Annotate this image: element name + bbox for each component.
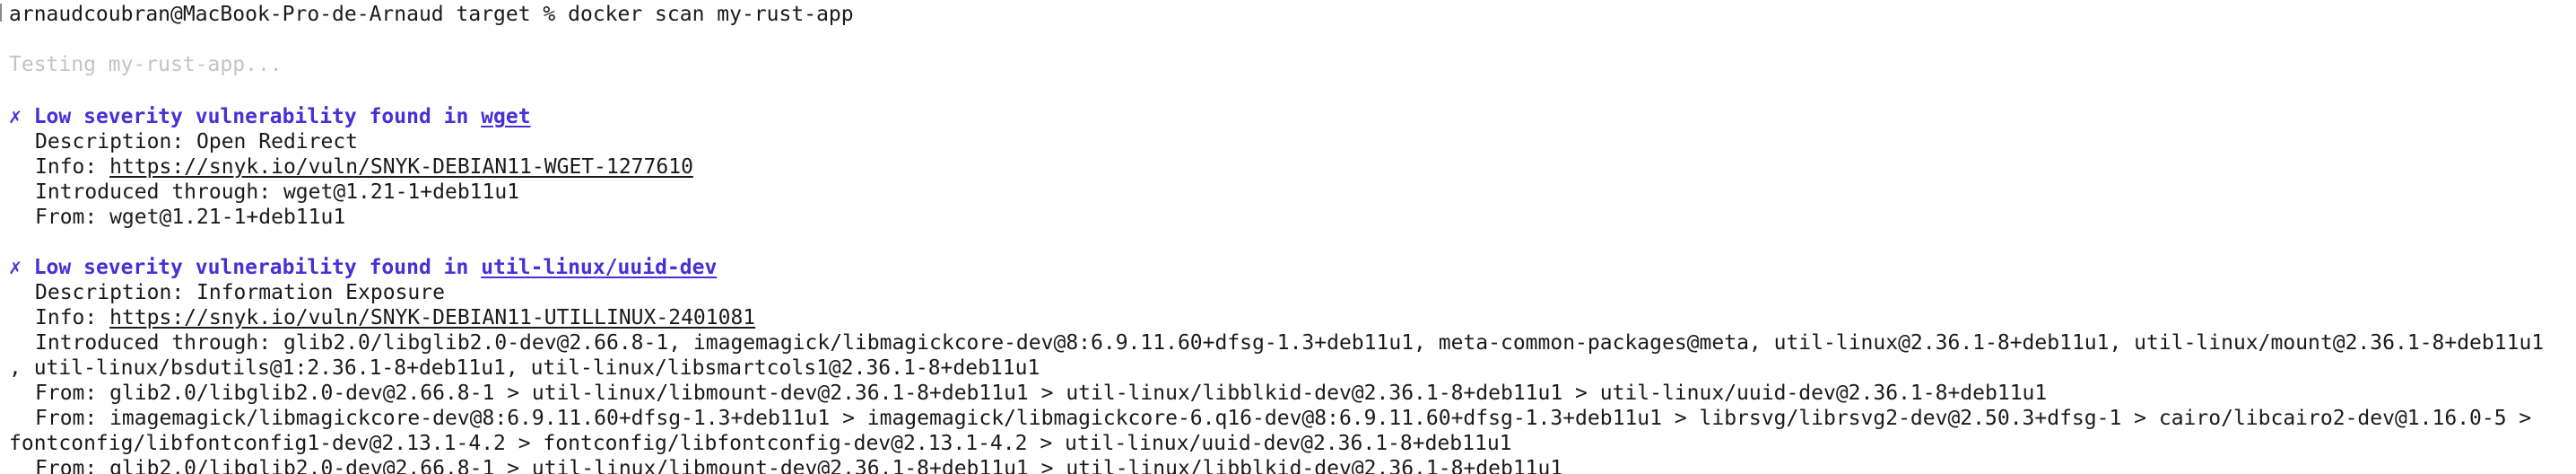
package-link[interactable]: wget — [481, 105, 530, 128]
introduced-label: Introduced through: — [35, 331, 283, 355]
vuln-from: From: glib2.0/libglib2.0-dev@2.66.8-1 > … — [35, 457, 1563, 474]
description-value: Open Redirect — [196, 130, 359, 154]
vuln-info: Info: https://snyk.io/vuln/SNYK-DEBIAN11… — [35, 305, 755, 330]
package-link[interactable]: util-linux/uuid-dev — [481, 256, 717, 279]
vuln-from: From: wget@1.21-1+deb11u1 — [35, 206, 346, 229]
vuln-introduced-continued: , util-linux/bsdutils@1:2.36.1-8+deb11u1… — [9, 356, 1040, 380]
cross-icon: ✗ — [9, 256, 34, 279]
vuln-introduced: Introduced through: glib2.0/libglib2.0-d… — [35, 330, 2544, 356]
vuln-description: Description: Open Redirect — [35, 129, 358, 154]
description-value: Information Exposure — [196, 281, 445, 304]
vuln-info: Info: https://snyk.io/vuln/SNYK-DEBIAN11… — [35, 154, 693, 180]
terminal-edge-marker — [0, 4, 2, 22]
info-url-link[interactable]: https://snyk.io/vuln/SNYK-DEBIAN11-UTILL… — [109, 306, 755, 329]
cross-icon: ✗ — [9, 105, 34, 128]
terminal-window[interactable]: arnaudcoubran@MacBook-Pro-de-Arnaud targ… — [0, 0, 2576, 474]
introduced-value: wget@1.21-1+deb11u1 — [283, 180, 520, 204]
shell-command: docker scan my-rust-app — [568, 3, 854, 26]
info-url-link[interactable]: https://snyk.io/vuln/SNYK-DEBIAN11-WGET-… — [109, 155, 693, 179]
vuln-description: Description: Information Exposure — [35, 280, 445, 305]
command-line: arnaudcoubran@MacBook-Pro-de-Arnaud targ… — [9, 2, 854, 27]
shell-prompt: arnaudcoubran@MacBook-Pro-de-Arnaud targ… — [9, 3, 569, 26]
vuln-title: Low severity vulnerability found in — [33, 256, 482, 279]
introduced-value: glib2.0/libglib2.0-dev@2.66.8-1, imagema… — [283, 331, 2545, 355]
info-label: Info: — [35, 306, 110, 329]
vuln-heading: ✗ Low severity vulnerability found in ut… — [9, 255, 717, 280]
introduced-label: Introduced through: — [35, 180, 283, 204]
vuln-from-continued: fontconfig/libfontconfig1-dev@2.13.1-4.2… — [9, 432, 1512, 455]
vuln-introduced: Introduced through: wget@1.21-1+deb11u1 — [35, 180, 519, 205]
description-label: Description: — [35, 281, 197, 304]
vuln-heading: ✗ Low severity vulnerability found in wg… — [9, 104, 531, 129]
vuln-from: From: imagemagick/libmagickcore-dev@8:6.… — [35, 407, 2532, 430]
vuln-title: Low severity vulnerability found in — [33, 105, 482, 128]
testing-status: Testing my-rust-app... — [9, 53, 283, 76]
vuln-from: From: glib2.0/libglib2.0-dev@2.66.8-1 > … — [35, 382, 2048, 405]
description-label: Description: — [35, 130, 197, 154]
info-label: Info: — [35, 155, 110, 179]
